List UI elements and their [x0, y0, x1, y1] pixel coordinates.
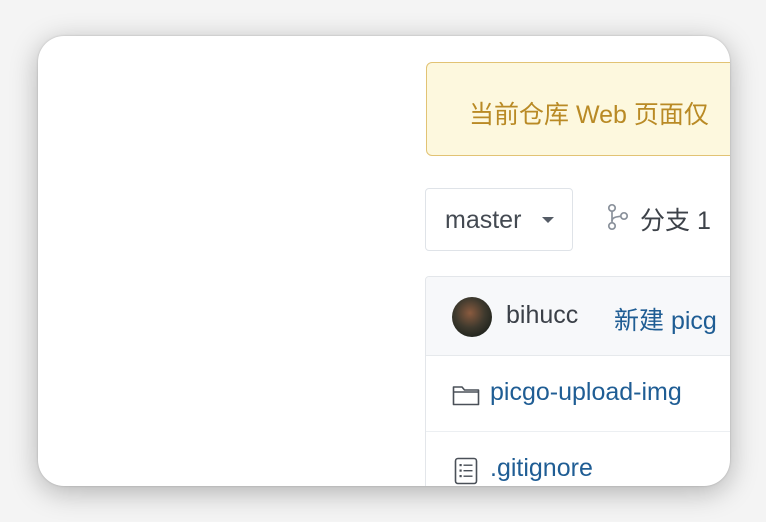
file-text-icon	[451, 456, 481, 486]
branch-count-label: 分支 1	[640, 207, 711, 235]
branch-count-link[interactable]: 分支 1	[606, 202, 711, 236]
list-item[interactable]: picgo-upload-img	[426, 355, 730, 432]
browser-window: 当前仓库 Web 页面仅 master 分支 1 bihucc 新建 picg …	[38, 36, 730, 486]
commit-message[interactable]: 新建 picg	[614, 301, 717, 337]
file-name[interactable]: picgo-upload-img	[490, 378, 682, 407]
file-list: bihucc 新建 picg picgo-upload-img .gitigno…	[425, 276, 730, 486]
file-name[interactable]: .gitignore	[490, 454, 593, 483]
caret-down-icon	[542, 217, 554, 223]
avatar[interactable]	[452, 297, 492, 337]
screenshot-stage: 当前仓库 Web 页面仅 master 分支 1 bihucc 新建 picg …	[0, 0, 766, 522]
notice-text: 当前仓库 Web 页面仅	[469, 101, 709, 129]
commit-author[interactable]: bihucc	[506, 301, 578, 330]
folder-icon	[451, 380, 481, 410]
repo-notice-banner: 当前仓库 Web 页面仅	[426, 62, 730, 156]
list-item[interactable]: .gitignore	[426, 431, 730, 486]
branch-select-dropdown[interactable]: master	[425, 188, 573, 251]
latest-commit-bar: bihucc 新建 picg	[426, 277, 730, 356]
branch-icon	[606, 203, 630, 236]
branch-select-label: master	[445, 206, 522, 234]
